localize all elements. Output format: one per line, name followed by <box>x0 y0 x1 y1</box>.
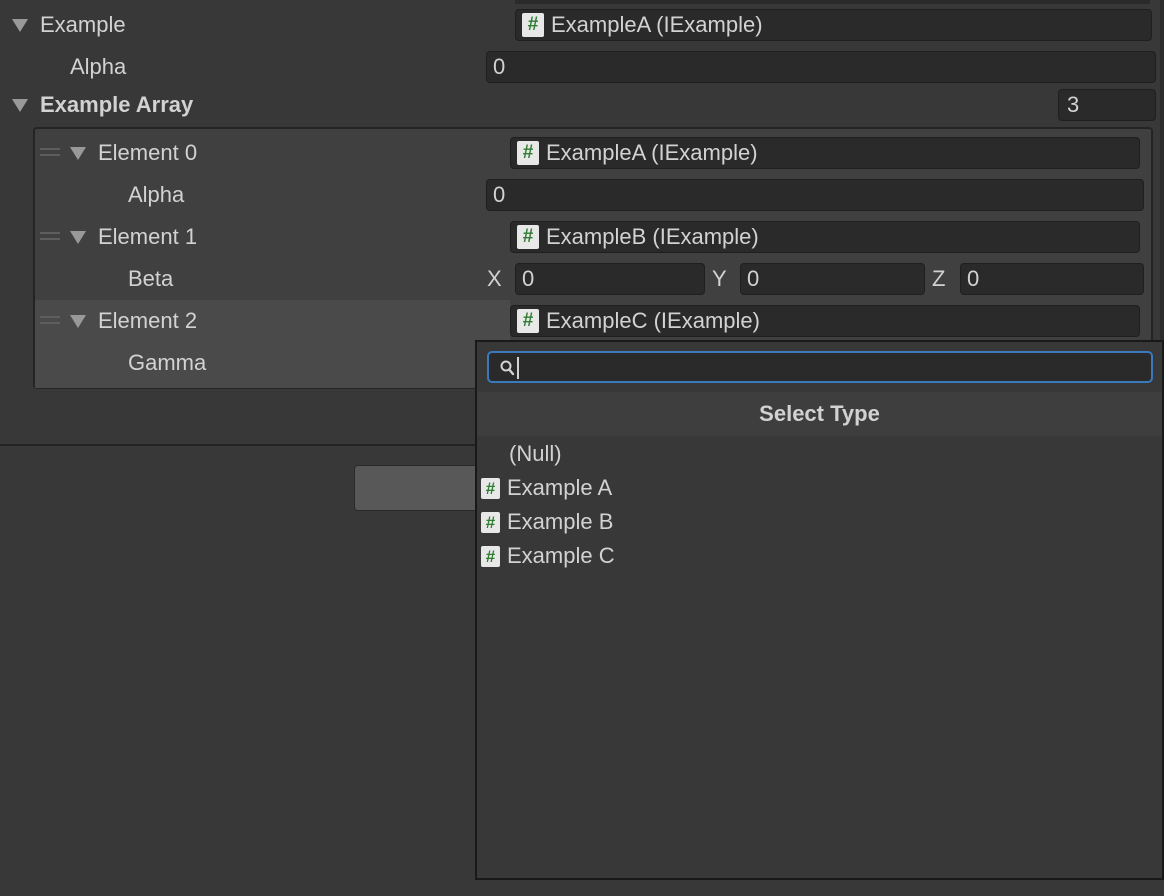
element-1-beta-label: Beta <box>128 266 174 291</box>
beta-z-label[interactable]: Z <box>932 264 945 294</box>
example-array-size-input[interactable]: 3 <box>1058 89 1156 121</box>
inspector-top-field-edge <box>515 0 1150 4</box>
element-2-type-value: ExampleC (IExample) <box>546 308 760 333</box>
popup-item-label: (Null) <box>509 441 562 466</box>
example-label[interactable]: Example <box>40 10 126 40</box>
element-0-label[interactable]: Element 0 <box>98 138 197 168</box>
element-2-foldout-arrow-icon[interactable] <box>70 315 86 328</box>
text-caret <box>517 357 519 379</box>
example-foldout-arrow-icon[interactable] <box>12 19 28 32</box>
example-array-foldout-arrow-icon[interactable] <box>12 99 28 112</box>
script-icon: # <box>481 511 500 533</box>
element-1-type-value: ExampleB (IExample) <box>546 224 759 249</box>
element-2-label[interactable]: Element 2 <box>98 306 197 336</box>
beta-x-input[interactable]: 0 <box>515 263 705 295</box>
element-1-label[interactable]: Element 1 <box>98 222 197 252</box>
popup-item-example-c[interactable]: # Example C <box>481 540 615 572</box>
beta-z-input[interactable]: 0 <box>960 263 1144 295</box>
element-1-drag-handle[interactable] <box>40 232 60 240</box>
example-type-value: ExampleA (IExample) <box>551 12 763 37</box>
popup-title: Select Type <box>477 392 1162 436</box>
script-icon: # <box>481 545 500 567</box>
popup-item-example-b[interactable]: # Example B <box>481 506 613 538</box>
popup-item-null[interactable]: (Null) <box>507 438 562 470</box>
script-icon: # <box>517 225 539 249</box>
element-0-alpha-label: Alpha <box>128 182 185 207</box>
element-0-foldout-arrow-icon[interactable] <box>70 147 86 160</box>
element-1-foldout-arrow-icon[interactable] <box>70 231 86 244</box>
element-2-type-field[interactable]: # ExampleC (IExample) <box>510 305 1140 337</box>
add-component-button[interactable] <box>354 465 494 511</box>
element-0-type-value: ExampleA (IExample) <box>546 140 758 165</box>
element-2-drag-handle[interactable] <box>40 316 60 324</box>
popup-item-label: Example C <box>507 543 615 568</box>
editor-root: Example # ExampleA (IExample) Alpha 0 Ex… <box>0 0 1164 896</box>
select-type-popup: Select Type (Null) # Example A # Example… <box>475 340 1164 880</box>
beta-y-label[interactable]: Y <box>712 264 727 294</box>
popup-item-example-a[interactable]: # Example A <box>481 472 612 504</box>
element-0-alpha-input[interactable]: 0 <box>486 179 1144 211</box>
element-2-gamma-label: Gamma <box>128 350 207 375</box>
example-alpha-label: Alpha <box>70 54 127 79</box>
popup-search-input[interactable] <box>487 351 1153 383</box>
element-0-drag-handle[interactable] <box>40 148 60 156</box>
example-alpha-input[interactable]: 0 <box>486 51 1156 83</box>
element-1-type-field[interactable]: # ExampleB (IExample) <box>510 221 1140 253</box>
beta-x-label[interactable]: X <box>487 264 502 294</box>
element-0-type-field[interactable]: # ExampleA (IExample) <box>510 137 1140 169</box>
example-type-field[interactable]: # ExampleA (IExample) <box>515 9 1152 41</box>
script-icon: # <box>517 141 539 165</box>
script-icon: # <box>522 13 544 37</box>
script-icon: # <box>517 309 539 333</box>
example-array-label[interactable]: Example Array <box>40 90 193 120</box>
beta-y-input[interactable]: 0 <box>740 263 925 295</box>
search-icon <box>500 360 515 376</box>
popup-item-label: Example B <box>507 509 614 534</box>
popup-item-label: Example A <box>507 475 613 500</box>
script-icon: # <box>481 477 500 499</box>
